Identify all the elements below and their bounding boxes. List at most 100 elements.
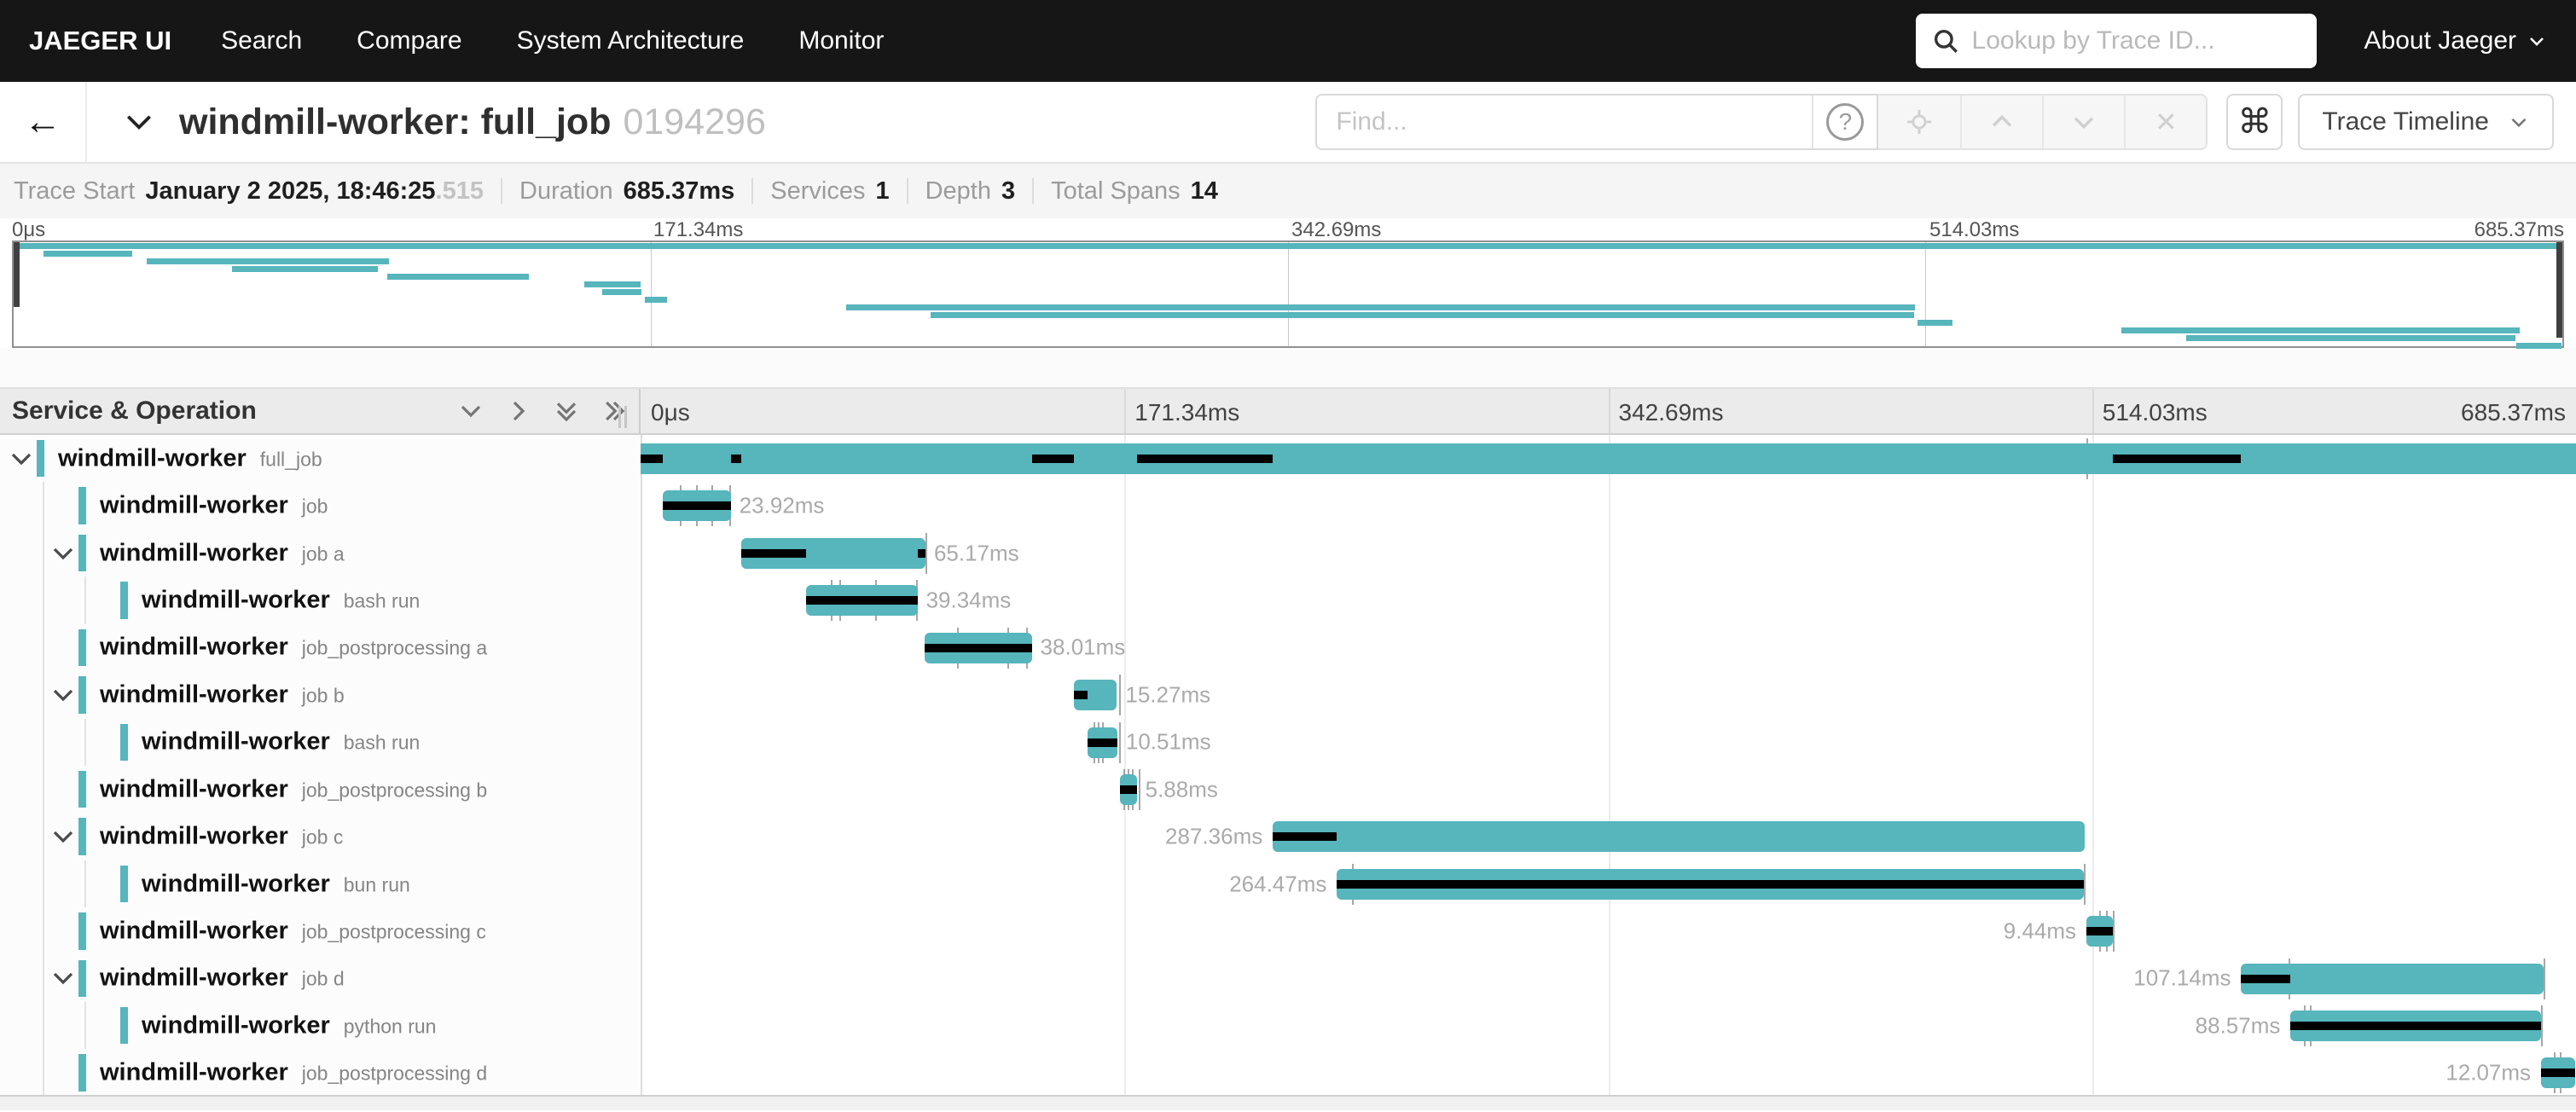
minimap-span-bar [147, 258, 389, 264]
span-name-cell[interactable]: windmill-workerjob b [0, 671, 641, 718]
summary-label: Services [770, 177, 865, 206]
minimap-tick-label: 685.37ms [2474, 218, 2564, 242]
summary-value: January 2 2025, 18:46:25 [145, 177, 435, 206]
span-collapse-chevron[interactable] [9, 446, 34, 472]
span-collapse-chevron[interactable] [50, 824, 76, 849]
span-timeline-cell[interactable]: 15.27ms [641, 671, 2576, 718]
span-timeline-cell[interactable]: 39.34ms [641, 576, 2576, 623]
minimap-canvas[interactable] [12, 240, 2564, 348]
collapse-trace-detail-button[interactable] [123, 106, 155, 138]
expand-one-button[interactable] [506, 398, 531, 424]
span-log-marker [1139, 769, 1140, 810]
find-input[interactable] [1317, 96, 1812, 148]
column-resize-handle[interactable] [618, 406, 634, 428]
nav-link-compare[interactable]: Compare [329, 26, 489, 55]
span-timeline-cell[interactable]: 12.07ms [641, 1049, 2576, 1096]
span-name-cell[interactable]: windmill-workerbun run [0, 860, 641, 907]
span-timeline-cell[interactable]: 23.92ms [641, 482, 2576, 529]
span-row: windmill-worker job c 287.36ms [0, 813, 2576, 860]
span-name-cell[interactable]: windmill-workerjob d [0, 955, 641, 1002]
span-collapse-chevron[interactable] [50, 682, 76, 708]
span-duration-bar[interactable] [1273, 821, 2084, 852]
minimap-span-bar [645, 297, 667, 303]
span-service-name: windmill-workerjob_postprocessing d [100, 1059, 487, 1087]
span-timeline-cell[interactable] [641, 435, 2576, 482]
span-name-cell[interactable]: windmill-workerjob_postprocessing d [0, 1049, 641, 1096]
span-log-marker [1119, 722, 1121, 763]
operation-name-text: job [302, 495, 328, 518]
trace-view-selector[interactable]: Trace Timeline [2298, 94, 2554, 150]
operation-name-text: job_postprocessing d [302, 1063, 487, 1085]
summary-label: Total Spans [1051, 177, 1181, 206]
span-row: windmill-workerjob_postprocessing c 9.44m… [0, 907, 2576, 954]
span-timeline-cell[interactable]: 38.01ms [641, 624, 2576, 671]
chevron-down-icon [458, 398, 484, 424]
chevron-down-icon [2069, 107, 2098, 136]
span-duration-bar[interactable] [641, 443, 2576, 474]
span-name-cell[interactable]: windmill-workerjob_postprocessing c [0, 907, 641, 954]
indent-guide [43, 813, 44, 860]
minimap-scrubber-left[interactable] [14, 242, 20, 307]
back-button[interactable]: ← [0, 82, 87, 162]
span-row: windmill-workerjob_postprocessing d 12.07… [0, 1049, 2576, 1096]
collapse-all-button[interactable] [554, 398, 579, 424]
trace-id-input[interactable] [1972, 26, 2301, 55]
clear-search-button[interactable]: ✕ [2124, 96, 2206, 148]
summary-value: 3 [1001, 177, 1015, 206]
find-help-button[interactable]: ? [1812, 96, 1877, 148]
collapse-one-button[interactable] [458, 398, 484, 424]
span-row: windmill-workerbash run10.51ms [0, 719, 2576, 766]
span-name-cell[interactable]: windmill-workerbash run [0, 719, 641, 766]
span-timeline-cell[interactable]: 65.17ms [641, 530, 2576, 576]
critical-path-segment [1337, 880, 2084, 889]
span-name-cell[interactable]: windmill-workerjob_postprocessing a [0, 624, 641, 671]
service-operation-title: Service & Operation [12, 397, 436, 426]
span-collapse-chevron[interactable] [50, 965, 76, 991]
prev-result-button[interactable] [1960, 96, 2042, 148]
span-name-cell[interactable]: windmill-workerfull_job [0, 435, 641, 482]
span-timeline-cell[interactable]: 264.47ms [641, 860, 2576, 907]
minimap-scrubber-right[interactable] [2556, 242, 2562, 338]
minimap-span-bar [1917, 320, 1952, 326]
span-service-name: windmill-workerjob a [100, 539, 345, 567]
summary-divider [501, 178, 502, 204]
span-duration-label: 23.92ms [740, 493, 825, 519]
chevron-up-icon [1987, 107, 2016, 136]
indent-guide [84, 1002, 86, 1049]
span-row: windmill-workerjob 23.92ms [0, 482, 2576, 529]
span-collapse-chevron[interactable] [50, 541, 76, 566]
span-timeline-cell[interactable]: 10.51ms [641, 719, 2576, 766]
span-timeline-cell[interactable]: 88.57ms [641, 1002, 2576, 1049]
operation-name-text: job_postprocessing a [302, 637, 487, 659]
trace-lookup-box[interactable] [1916, 14, 2317, 68]
next-result-button[interactable] [2042, 96, 2124, 148]
span-timeline-cell[interactable]: 9.44ms [641, 907, 2576, 954]
service-name-text: windmill-worker [100, 823, 288, 850]
span-name-cell[interactable]: windmill-workerjob [0, 482, 641, 529]
operation-name-text: job c [302, 826, 344, 848]
span-name-cell[interactable]: windmill-worker job c [0, 813, 641, 860]
span-name-cell[interactable]: windmill-workerjob_postprocessing b [0, 766, 641, 813]
span-duration-label: 9.44ms [2004, 918, 2076, 944]
about-jaeger-menu[interactable]: About Jaeger [2364, 26, 2547, 55]
span-name-cell[interactable]: windmill-workerpython run [0, 1002, 641, 1049]
minimap-span-bar [387, 274, 529, 280]
span-timeline-cell[interactable]: 5.88ms [641, 766, 2576, 813]
nav-link-system-architecture[interactable]: System Architecture [490, 26, 772, 55]
focus-span-button[interactable] [1878, 96, 1960, 148]
span-name-cell[interactable]: windmill-workerbash run [0, 576, 641, 623]
span-row: windmill-workerjob b15.27ms [0, 671, 2576, 718]
nav-link-search[interactable]: Search [194, 26, 329, 55]
critical-path-segment [2241, 975, 2290, 983]
span-log-marker [2544, 959, 2545, 999]
keyboard-shortcuts-button[interactable]: ⌘ [2226, 94, 2283, 150]
span-name-cell[interactable]: windmill-workerjob a [0, 530, 641, 576]
span-timeline-cell[interactable]: 107.14ms [641, 955, 2576, 1002]
timeline-minimap: 0μs171.34ms342.69ms514.03ms685.37ms [0, 218, 2576, 387]
nav-link-monitor[interactable]: Monitor [771, 26, 911, 55]
service-name-text: windmill-worker [142, 1011, 330, 1039]
span-timeline-cell[interactable]: 287.36ms [641, 813, 2576, 860]
indent-guide [43, 671, 44, 718]
jaeger-logo[interactable]: JAEGER UI [29, 26, 171, 56]
minimap-tick-label: 0μs [12, 218, 45, 242]
